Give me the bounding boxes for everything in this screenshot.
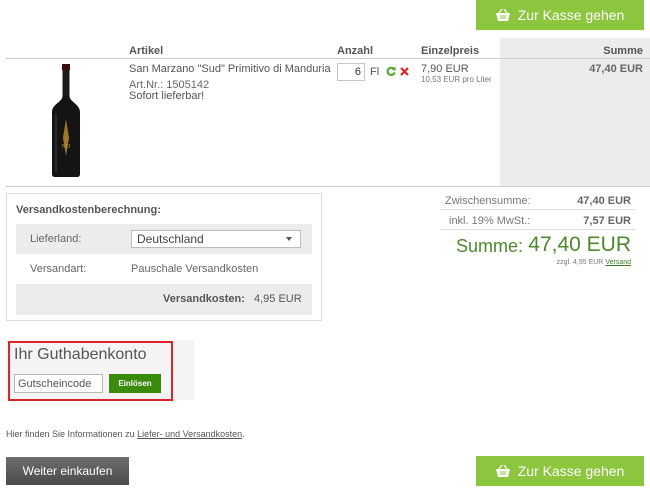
shipping-note-link[interactable]: Versand — [605, 259, 631, 266]
shipping-cost-value: 4,95 EUR — [254, 293, 302, 305]
redeem-button[interactable]: Einlösen — [109, 374, 161, 393]
line-total: 47,40 EUR — [589, 63, 643, 75]
country-select-value: Deutschland — [137, 232, 204, 246]
checkout-button-label: Zur Kasse gehen — [517, 7, 625, 23]
sum-value: 47,40 EUR — [528, 233, 631, 256]
info-prefix: Hier finden Sie Informationen zu — [6, 429, 135, 439]
shipping-method-value: Pauschale Versandkosten — [131, 263, 259, 275]
country-label: Lieferland: — [30, 233, 82, 245]
subtotal-divider — [440, 209, 636, 210]
product-availability: Sofort lieferbar! — [129, 90, 205, 102]
vat-divider — [440, 229, 636, 230]
vat-value: 7,57 EUR — [583, 215, 631, 227]
quantity-unit: Fl — [370, 66, 380, 78]
shipping-info-text: Hier finden Sie Informationen zu Liefer-… — [6, 429, 245, 439]
checkout-button-label: Zur Kasse gehen — [517, 463, 625, 479]
shipping-note: zzgl. 4,95 EUR Versand — [557, 259, 631, 266]
shipping-cost-label: Versandkosten: — [163, 293, 245, 305]
shopping-basket-icon — [495, 465, 510, 477]
vat-label: inkl. 19% MwSt.: — [449, 215, 531, 227]
refresh-icon[interactable] — [386, 66, 396, 76]
cart-bottom-divider — [6, 186, 650, 187]
country-select[interactable]: Deutschland — [131, 230, 301, 248]
remove-x-icon[interactable] — [400, 67, 409, 76]
sum-label: Summe: — [456, 236, 524, 256]
price-per-liter: 10,53 EUR pro Liter — [421, 75, 492, 84]
info-suffix: . — [242, 429, 245, 439]
chevron-down-icon — [286, 237, 292, 241]
voucher-title: Ihr Guthabenkonto — [14, 346, 147, 363]
unit-price: 7,90 EUR — [421, 63, 469, 75]
header-divider — [6, 58, 650, 59]
subtotal-value: 47,40 EUR — [577, 195, 631, 207]
header-article: Artikel — [129, 45, 164, 57]
total-column-background — [500, 38, 650, 186]
wine-bottle-image: NO — [52, 64, 80, 177]
checkout-button-bottom[interactable]: Zur Kasse gehen — [476, 456, 644, 486]
header-quantity: Anzahl — [337, 45, 374, 57]
shipping-method-label: Versandart: — [30, 263, 87, 275]
shopping-basket-icon — [495, 9, 510, 21]
continue-shopping-button[interactable]: Weiter einkaufen — [6, 457, 129, 485]
checkout-button-top[interactable]: Zur Kasse gehen — [476, 0, 644, 30]
product-name: San Marzano "Sud" Primitivo di Manduria — [129, 63, 331, 75]
svg-text:NO: NO — [62, 144, 71, 150]
subtotal-label: Zwischensumme: — [445, 195, 531, 207]
shipping-title: Versandkostenberechnung: — [16, 204, 161, 216]
voucher-code-input[interactable] — [14, 374, 103, 393]
header-total: Summe — [603, 45, 643, 57]
header-unit-price: Einzelpreis — [421, 45, 480, 57]
shipping-note-text: zzgl. 4,95 EUR — [556, 259, 604, 266]
delivery-costs-link[interactable]: Liefer- und Versandkosten — [137, 429, 242, 439]
quantity-input[interactable] — [337, 63, 365, 81]
